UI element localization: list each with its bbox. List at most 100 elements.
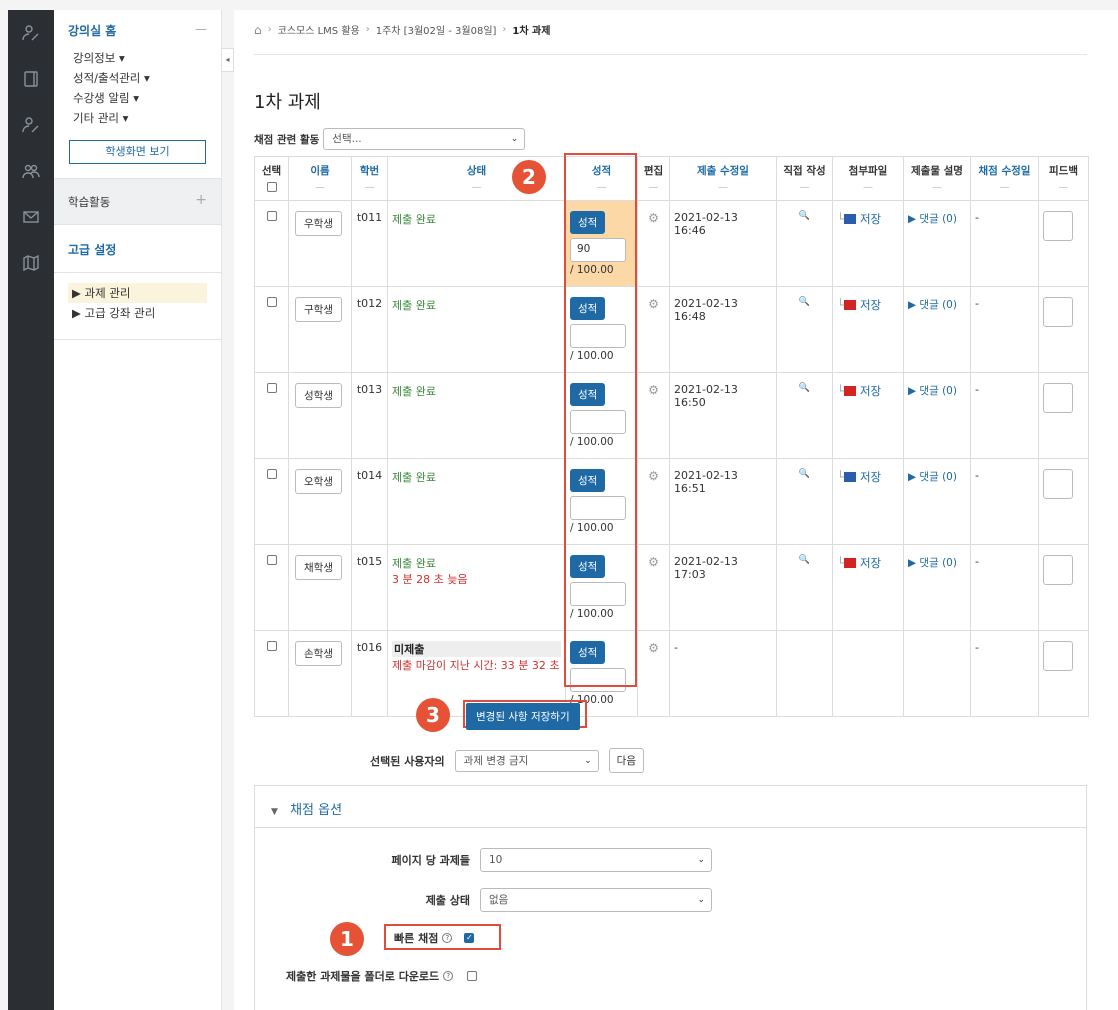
row-select-checkbox[interactable] (266, 383, 277, 393)
file-link[interactable]: └ 저장 (837, 470, 881, 484)
col-feedback: 피드백 — (1038, 156, 1089, 201)
feedback-input[interactable] (1043, 641, 1073, 671)
status-text: 제출 완료 (392, 471, 436, 484)
menu-grades-attendance[interactable]: 성적/출석관리 ▾ (73, 70, 221, 90)
gear-icon[interactable]: ⚙ (648, 469, 659, 483)
student-name-button[interactable]: 성학생 (295, 383, 342, 408)
col-idnumber[interactable]: 학번 — (351, 156, 388, 201)
search-icon[interactable]: 🔍 (781, 469, 828, 479)
gear-icon[interactable]: ⚙ (648, 383, 659, 397)
save-changes-button[interactable]: 변경된 사항 저장하기 (466, 703, 580, 730)
grading-table: 선택 이름 — 학번 — 상태 — 성적 — 편집 — 제출 수정일 — 직접 작성 — 첨부… (254, 156, 1089, 717)
comments-link[interactable]: ▶ 댓글 (0) (908, 471, 957, 483)
per-page-select[interactable]: 10 ⌄ (480, 848, 712, 872)
grading-action-select[interactable]: 선택... ⌄ (323, 128, 526, 150)
search-icon[interactable]: 🔍 (781, 383, 828, 393)
learning-activities-label: 학습활동 (68, 195, 111, 209)
student-name-button[interactable]: 손학생 (295, 641, 342, 666)
search-icon[interactable]: 🔍 (781, 211, 828, 221)
feedback-input[interactable] (1043, 469, 1073, 499)
help-icon[interactable]: ? (443, 971, 454, 981)
comments-link[interactable]: ▶ 댓글 (0) (908, 385, 957, 397)
row-select-checkbox[interactable] (266, 469, 277, 479)
comments-link[interactable]: ▶ 댓글 (0) (908, 557, 957, 569)
menu-student-notice[interactable]: 수강생 알림 ▾ (73, 90, 221, 110)
student-name-button[interactable]: 채학생 (295, 555, 342, 580)
download-folders-checkbox[interactable] (467, 971, 478, 981)
gear-icon[interactable]: ⚙ (648, 211, 659, 225)
gear-icon[interactable]: ⚙ (648, 297, 659, 311)
main-content: ⌂ › 코스모스 LMS 활용 › 1주차 [3월02일 - 3월08일] › … (234, 10, 1118, 1010)
row-select-checkbox[interactable] (266, 555, 277, 565)
next-button[interactable]: 다음 (608, 748, 644, 773)
status-cell: 제출 완료 (387, 372, 566, 459)
course-home-label: 강의실 홈 (68, 24, 117, 38)
row-select-checkbox[interactable] (266, 211, 277, 221)
assignment-admin-link[interactable]: ▶ 과제 관리 (68, 283, 207, 303)
pdf-file-icon (843, 558, 856, 568)
plus-icon[interactable]: + (195, 193, 207, 209)
col-modified[interactable]: 제출 수정일 — (669, 156, 777, 201)
comments-link[interactable]: ▶ 댓글 (0) (908, 299, 957, 311)
search-icon[interactable]: 🔍 (781, 297, 828, 307)
file-link[interactable]: └ 저장 (837, 556, 881, 570)
file-link[interactable]: └ 저장 (837, 298, 881, 312)
course-home-link[interactable]: 강의실 홈 — (54, 10, 221, 50)
with-selected-select[interactable]: 과제 변경 금지 ⌄ (454, 749, 599, 772)
person-pen-icon[interactable] (22, 116, 40, 134)
menu-etc-manage[interactable]: 기타 관리 ▾ (73, 110, 221, 130)
student-name-button[interactable]: 우학생 (295, 211, 342, 236)
menu-course-info[interactable]: 강의정보 ▾ (73, 50, 221, 70)
learning-activities-section[interactable]: 학습활동 + (54, 179, 221, 225)
status-late-text: 제출 마감이 지난 시간: 33 분 32 초 (392, 659, 560, 672)
student-name-button[interactable]: 구학생 (295, 297, 342, 322)
status-late-text: 3 분 28 초 늦음 (392, 573, 468, 586)
gear-icon[interactable]: ⚙ (648, 555, 659, 569)
file-link[interactable]: └ 저장 (837, 384, 881, 398)
feedback-input[interactable] (1043, 555, 1073, 585)
breadcrumb-week[interactable]: 1주차 [3월02일 - 3월08일] (376, 22, 497, 37)
student-name-button[interactable]: 오학생 (295, 469, 342, 494)
notebook-icon[interactable] (22, 70, 40, 88)
col-grade-modified[interactable]: 채점 수정일 — (970, 156, 1039, 201)
filter-row: 제출 상태 없음 ⌄ (364, 888, 712, 912)
home-icon[interactable]: ⌂ (254, 23, 262, 37)
grading-options-toggle[interactable]: ▼ 채점 옵션 (255, 786, 1086, 828)
pdf-file-icon (843, 300, 856, 310)
quick-grading-checkbox[interactable]: ✓ (464, 933, 475, 943)
sidebar-collapse-toggle[interactable]: ◂ (222, 48, 234, 72)
row-select-checkbox[interactable] (266, 641, 277, 651)
help-icon[interactable]: ? (442, 933, 453, 943)
file-link[interactable]: └ 저장 (837, 212, 881, 226)
search-icon[interactable]: 🔍 (781, 555, 828, 565)
gear-icon[interactable]: ⚙ (648, 641, 659, 655)
with-selected-value: 과제 변경 금지 (463, 754, 529, 767)
per-page-row: 페이지 당 과제들 10 ⌄ (364, 848, 712, 872)
filter-select[interactable]: 없음 ⌄ (480, 888, 712, 912)
filter-label: 제출 상태 (425, 894, 470, 907)
mail-icon[interactable] (22, 208, 40, 226)
status-cell: 제출 완료 3 분 28 초 늦음 (387, 544, 566, 631)
comments-link[interactable]: ▶ 댓글 (0) (908, 213, 957, 225)
feedback-input[interactable] (1043, 383, 1073, 413)
download-folders-row: 제출한 과제물을 폴더로 다운로드 ? (286, 968, 478, 984)
users-icon[interactable] (22, 162, 40, 180)
map-icon[interactable] (22, 254, 40, 272)
feedback-input[interactable] (1043, 211, 1073, 241)
per-page-value: 10 (489, 854, 503, 866)
col-onlinetext: 직접 작성 — (776, 156, 833, 201)
row-select-checkbox[interactable] (266, 297, 277, 307)
feedback-input[interactable] (1043, 297, 1073, 327)
grade-modified: - (970, 372, 1039, 459)
step-1-badge: 1 (330, 922, 364, 956)
col-name[interactable]: 이름 — (288, 156, 352, 201)
student-view-button[interactable]: 학생화면 보기 (69, 140, 206, 164)
collapse-dash-icon[interactable]: — (195, 22, 207, 38)
table-row: 오학생 t014 제출 완료 성적/ 100.00 ⚙ 2021-02-13 16:51 🔍… (254, 458, 1089, 545)
student-id: t014 (351, 458, 388, 545)
person-pen-icon[interactable] (22, 24, 40, 42)
breadcrumb-course[interactable]: 코스모스 LMS 활용 (278, 22, 360, 37)
course-admin-link[interactable]: ▶ 고급 강좌 관리 (68, 303, 207, 323)
advanced-settings-label[interactable]: 고급 설정 (54, 225, 221, 273)
select-all-checkbox[interactable] (266, 182, 277, 192)
